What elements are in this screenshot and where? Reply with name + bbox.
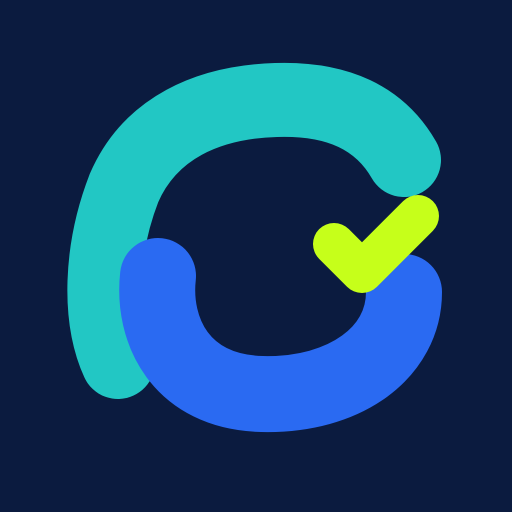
app-logo — [0, 0, 512, 512]
app-icon-canvas — [0, 0, 512, 512]
